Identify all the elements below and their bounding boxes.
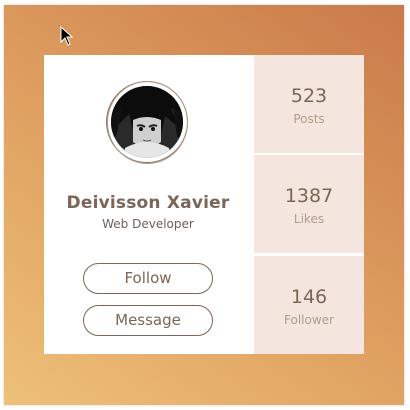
- mouse-cursor-icon: [60, 26, 74, 46]
- stat-value: 523: [290, 85, 328, 107]
- stat-followers: 146 Follower: [254, 256, 364, 354]
- avatar-illustration: [111, 86, 183, 158]
- stat-likes: 1387 Likes: [254, 155, 364, 253]
- message-button[interactable]: Message: [83, 305, 213, 336]
- profile-panel: Deivisson Xavier Web Developer Follow Me…: [44, 55, 254, 354]
- follow-button[interactable]: Follow: [83, 263, 213, 294]
- avatar: [106, 81, 188, 164]
- profile-role: Web Developer: [102, 217, 194, 231]
- stat-label: Follower: [284, 313, 334, 327]
- stat-posts: 523 Posts: [254, 55, 364, 153]
- stat-value: 146: [290, 286, 328, 308]
- stats-panel: 523 Posts 1387 Likes 146 Follower: [254, 55, 364, 354]
- stat-value: 1387: [284, 185, 334, 207]
- page-background: Deivisson Xavier Web Developer Follow Me…: [4, 5, 404, 405]
- profile-card: Deivisson Xavier Web Developer Follow Me…: [44, 55, 364, 354]
- avatar-image: [111, 86, 183, 158]
- stat-label: Likes: [293, 212, 325, 226]
- profile-name: Deivisson Xavier: [66, 193, 230, 213]
- stat-label: Posts: [293, 112, 325, 126]
